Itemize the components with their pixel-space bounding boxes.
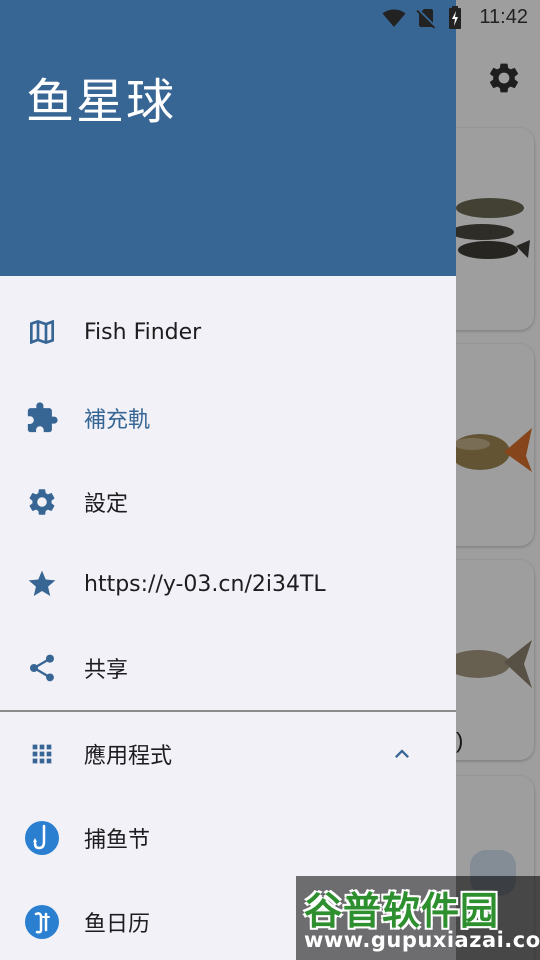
map-icon bbox=[24, 314, 60, 350]
apps-grid-icon bbox=[24, 736, 60, 772]
gear-icon bbox=[24, 484, 60, 520]
fish-calendar-icon bbox=[24, 904, 60, 940]
app-title: 鱼星球 bbox=[26, 74, 177, 130]
wifi-icon bbox=[382, 9, 406, 27]
app-item-label: 鱼日历 bbox=[84, 912, 151, 937]
app-item-fishing-festival[interactable]: 捕鱼节 bbox=[0, 796, 456, 880]
app-item-label: 捕鱼节 bbox=[84, 828, 151, 853]
watermark: 谷普软件园 www.gupuxiazai.com bbox=[296, 876, 540, 960]
drawer-header: 鱼星球 bbox=[0, 0, 456, 276]
menu-item-fish-finder[interactable]: Fish Finder bbox=[0, 290, 456, 374]
fishing-hook-icon bbox=[24, 820, 60, 856]
gear-icon[interactable] bbox=[486, 60, 522, 96]
status-time: 11:42 bbox=[479, 6, 528, 28]
menu-item-settings[interactable]: 設定 bbox=[0, 460, 456, 544]
menu-item-label: 共享 bbox=[84, 658, 129, 683]
star-icon bbox=[24, 566, 60, 602]
share-icon bbox=[24, 650, 60, 686]
menu-item-label: Fish Finder bbox=[84, 319, 202, 345]
menu-item-label: 設定 bbox=[84, 492, 129, 517]
puzzle-icon bbox=[24, 400, 60, 436]
apps-section-label: 應用程式 bbox=[84, 744, 173, 769]
watermark-url: www.gupuxiazai.com bbox=[304, 928, 540, 952]
watermark-title: 谷普软件园 bbox=[304, 889, 500, 933]
menu-item-link[interactable]: https://y-03.cn/2i34TL bbox=[0, 542, 456, 626]
no-sim-icon bbox=[416, 9, 436, 29]
chevron-up-icon[interactable] bbox=[388, 740, 416, 768]
menu-item-extensions[interactable]: 補充軌 bbox=[0, 376, 456, 460]
navigation-drawer: 鱼星球 Fish Finder 補充軌 設定 https://y-03.cn/2… bbox=[0, 0, 456, 960]
menu-item-share[interactable]: 共享 bbox=[0, 626, 456, 710]
apps-section-header[interactable]: 應用程式 bbox=[0, 712, 456, 796]
menu-item-label: https://y-03.cn/2i34TL bbox=[84, 571, 326, 597]
status-bar: 11:42 bbox=[0, 0, 540, 36]
battery-charging-icon bbox=[449, 6, 461, 29]
menu-item-label: 補充軌 bbox=[84, 408, 151, 433]
